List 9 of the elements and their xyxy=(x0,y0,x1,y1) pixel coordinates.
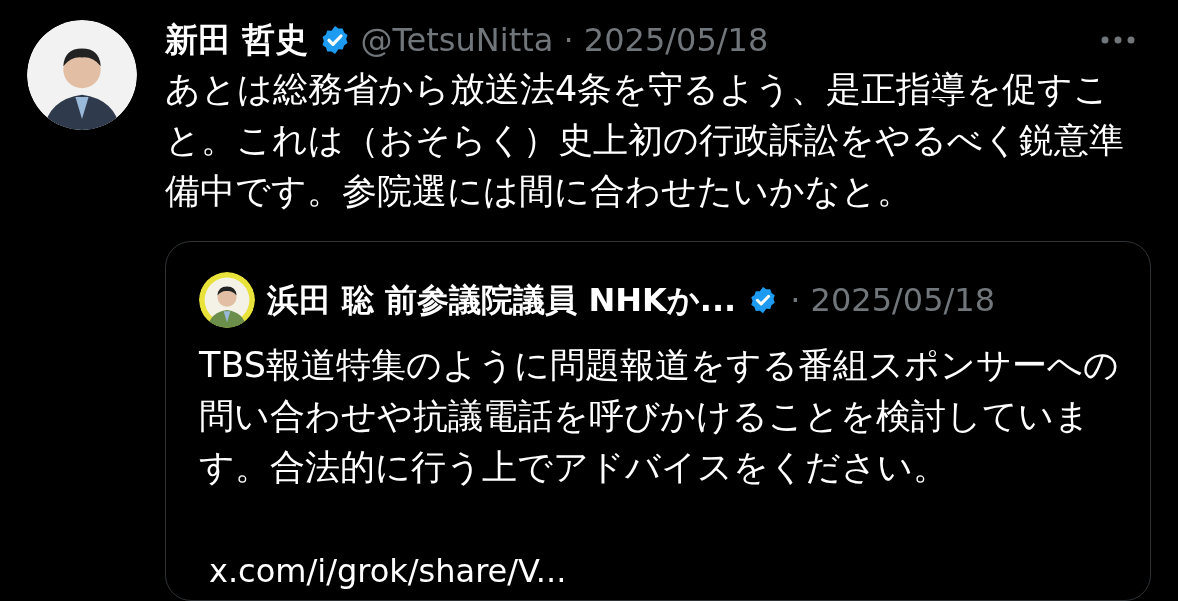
author-name[interactable]: 新田 哲史 xyxy=(165,15,309,65)
quoted-tweet-card[interactable]: 浜田 聡 前参議院議員 NHKか... · 2025/05/18 TBS報道特集のように問題報道をする番組スポンサーへの問い合わせや抗議電話を呼びかけることを検討しています。合法的に行う上でアドバイスをください。 x.com/i/grok/share/V... xyxy=(165,241,1151,601)
quoted-tweet-text: TBS報道特集のように問題報道をする番組スポンサーへの問い合わせや抗議電話を呼びかけることを検討しています。合法的に行う上でアドバイスをください。 xyxy=(199,344,1120,489)
quoted-author-name: 浜田 聡 前参議院議員 NHKか... xyxy=(267,280,737,321)
more-icon[interactable] xyxy=(1101,36,1135,44)
handle-and-date: @TetsuNitta · 2025/05/18 xyxy=(360,20,769,61)
tweet-text: あとは総務省から放送法4条を守るよう、是正指導を促すこと。これは（おそらく）史上初の行政訴訟をやるべく鋭意準備中です。参院選には間に合わせたいかなと。 xyxy=(165,68,1125,213)
link[interactable]: x.com/i/grok/share/V... xyxy=(209,547,567,595)
quoted-date: · 2025/05/18 xyxy=(790,280,996,321)
